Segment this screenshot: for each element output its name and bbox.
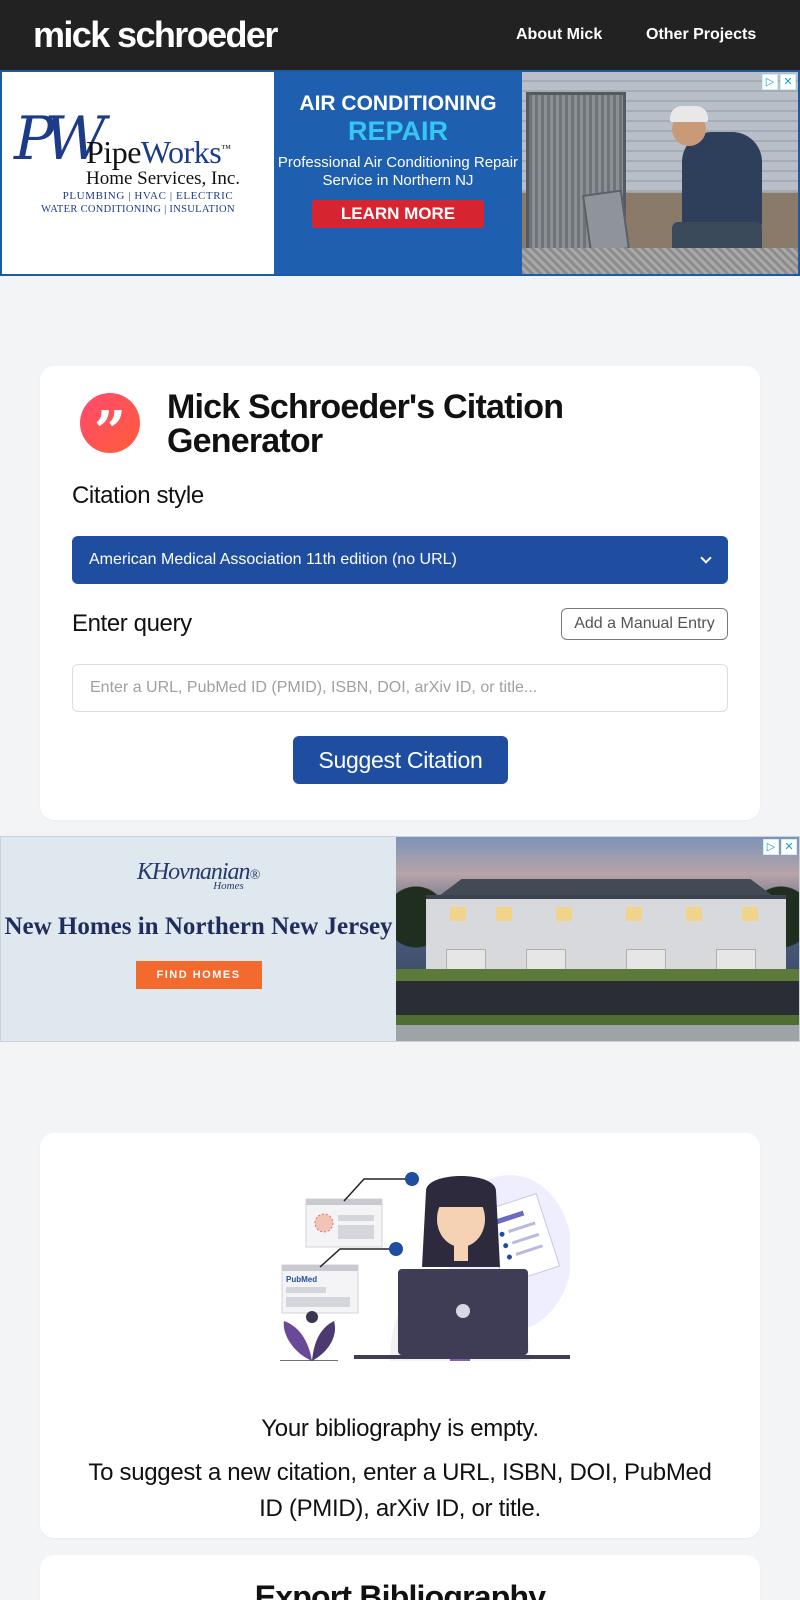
- bibliography-empty-hint: To suggest a new citation, enter a URL, …: [88, 1459, 712, 1522]
- add-manual-entry-button[interactable]: Add a Manual Entry: [561, 608, 728, 640]
- ad-close-icon[interactable]: ✕: [780, 74, 796, 90]
- illustration-plant-leaf-right: [312, 1321, 336, 1361]
- ad-logo-name-a: Pipe: [86, 134, 141, 170]
- ad-headline-1: AIR CONDITIONING: [299, 92, 497, 115]
- ad-logo-name: PipeWorks™: [86, 134, 231, 171]
- ad-photo-sidewalk: [396, 1025, 799, 1041]
- citation-style-selected: American Medical Association 11th editio…: [89, 551, 457, 568]
- illustration-doc-top-line: [338, 1215, 374, 1221]
- empty-bibliography-illustration: PubMed: [280, 1172, 570, 1361]
- quote-icon: ”: [80, 393, 140, 465]
- ad-photo-window: [742, 907, 758, 921]
- citation-style-label: Citation style: [72, 482, 204, 509]
- illustration-person-neck: [454, 1245, 468, 1261]
- illustration-doc-pubmed-bar: [282, 1265, 358, 1271]
- ad-banner-hovnanian[interactable]: KHovnanian® Homes New Homes in Northern …: [0, 836, 800, 1042]
- ad-copy-panel-hovnanian: KHovnanian® Homes New Homes in Northern …: [1, 837, 396, 1041]
- ad-logo-services-1: PLUMBING | HVAC | ELECTRIC: [62, 190, 234, 202]
- ad-logo-monogram: PW: [14, 104, 106, 174]
- nav-other-projects-link[interactable]: Other Projects: [646, 26, 756, 44]
- suggest-citation-button[interactable]: Suggest Citation: [293, 736, 508, 784]
- illustration-doc-pubmed-line-1: [286, 1287, 326, 1293]
- ad-logo-name-b: Works: [140, 134, 222, 170]
- ad-photo-road: [396, 981, 799, 1015]
- export-bibliography-title: Export Bibliography: [254, 1579, 546, 1600]
- adchoices-icon[interactable]: ▷: [762, 74, 778, 90]
- ad-logo-tm: ™: [221, 143, 231, 155]
- ad-choices: ▷ ✕: [762, 74, 796, 90]
- illustration-pubmed-label: PubMed: [286, 1275, 317, 1284]
- ad-photo-window: [450, 907, 466, 921]
- illustration-connector-1: [343, 1178, 410, 1202]
- export-bibliography-card: Export Bibliography: [40, 1555, 760, 1600]
- illustration-doc-top-image: [314, 1213, 334, 1233]
- illustration-dot-2: [389, 1242, 403, 1256]
- bibliography-card: PubMed Your bibliography is empty. To su…: [40, 1133, 760, 1538]
- ad-banner-pipeworks[interactable]: PW PipeWorks™ Home Services, Inc. PLUMBI…: [0, 70, 800, 276]
- ad-logo-hovnanian-reg: ®: [249, 868, 261, 883]
- ad-close-icon[interactable]: ✕: [781, 839, 797, 855]
- citation-generator-card: ” Mick Schroeder's Citation Generator Ci…: [40, 366, 760, 820]
- ad-logo-services-2: WATER CONDITIONING | INSULATION: [41, 204, 235, 215]
- nav-about-link[interactable]: About Mick: [516, 26, 602, 44]
- enter-query-label: Enter query: [72, 610, 192, 637]
- ad-photo-townhomes: [396, 837, 799, 1041]
- page-title: Mick Schroeder's Citation Generator: [167, 388, 564, 460]
- illustration-plant-bud: [306, 1311, 318, 1323]
- ad-photo-window: [496, 907, 512, 921]
- ad-headline: New Homes in Northern New Jersey: [4, 913, 393, 940]
- ad-photo-garage: [626, 949, 666, 971]
- citation-style-select[interactable]: American Medical Association 11th editio…: [72, 536, 728, 584]
- illustration-doc-pubmed-line-2: [286, 1297, 350, 1307]
- ad-photo-house: [426, 895, 786, 971]
- adchoices-icon[interactable]: ▷: [763, 839, 779, 855]
- illustration-laptop-logo: [456, 1304, 470, 1318]
- illustration-plant-leaf-left: [283, 1321, 312, 1361]
- ad-choices: ▷ ✕: [763, 839, 797, 855]
- ad-learn-more-button[interactable]: LEARN MORE: [312, 200, 484, 228]
- ad-photo-disconnect-box: [582, 189, 630, 255]
- ad-logo-pipeworks: PW PipeWorks™ Home Services, Inc. PLUMBI…: [2, 72, 274, 274]
- ad-photo-window: [686, 907, 702, 921]
- ad-find-homes-button[interactable]: FIND HOMES: [135, 961, 262, 989]
- ad-photo-garage: [526, 949, 566, 971]
- chevron-down-icon: [700, 552, 712, 564]
- ad-photo-window: [626, 907, 642, 921]
- site-header: mick schroeder About Mick Other Projects: [0, 0, 800, 70]
- ad-photo-ac-technician: [522, 72, 798, 274]
- illustration-doc-top-block: [338, 1225, 374, 1239]
- ad-copy-panel: AIR CONDITIONING REPAIR Professional Air…: [274, 72, 522, 274]
- ad-logo-subtitle: Home Services, Inc.: [86, 168, 241, 189]
- ad-photo-gravel: [522, 248, 798, 274]
- illustration-connector-2: [319, 1248, 390, 1268]
- ad-body-text: Professional Air Conditioning Repair Ser…: [277, 154, 519, 189]
- illustration-dot-1: [405, 1172, 419, 1186]
- site-brand-link[interactable]: mick schroeder: [33, 14, 278, 56]
- ad-headline-2: REPAIR: [347, 116, 448, 146]
- ad-photo-worker-body: [682, 132, 762, 232]
- ad-photo-worker-cap: [670, 106, 708, 122]
- ad-photo-window: [556, 907, 572, 921]
- query-input[interactable]: [72, 664, 728, 712]
- ad-photo-garage: [716, 949, 756, 971]
- bibliography-empty-title: Your bibliography is empty.: [261, 1415, 539, 1442]
- ad-photo-garage: [446, 949, 486, 971]
- ad-photo-lawn: [396, 969, 799, 981]
- ad-photo-curb: [396, 1015, 799, 1025]
